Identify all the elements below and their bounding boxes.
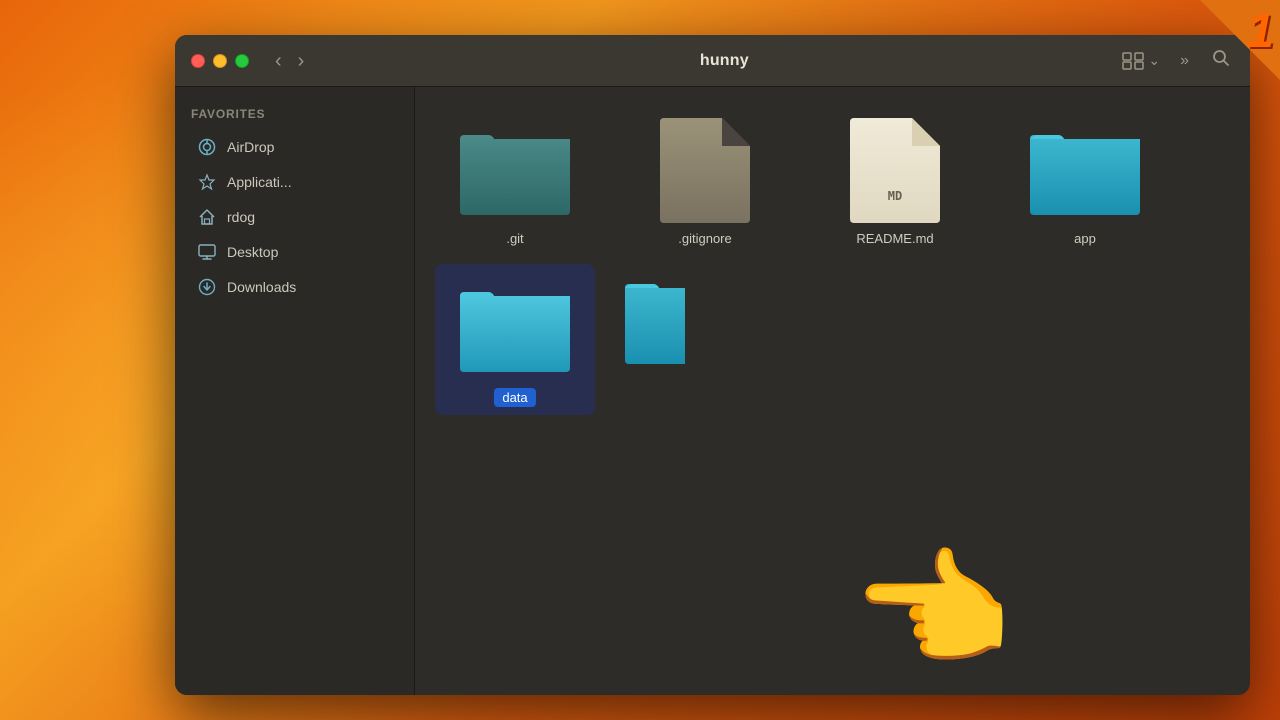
- svg-text:MD: MD: [888, 189, 902, 203]
- sidebar-item-rdog[interactable]: rdog: [181, 200, 408, 234]
- file-item-gitignore[interactable]: .gitignore: [625, 107, 785, 254]
- app-label: app: [1074, 231, 1096, 246]
- file-item-app[interactable]: app: [1005, 107, 1165, 254]
- hand-pointer-icon: 👉: [855, 545, 1017, 675]
- gitignore-icon: [645, 115, 765, 225]
- minimize-button[interactable]: [213, 54, 227, 68]
- sidebar-item-rdog-label: rdog: [227, 209, 255, 225]
- desktop-icon: [197, 242, 217, 262]
- search-button[interactable]: [1208, 47, 1234, 74]
- forward-button[interactable]: ›: [292, 49, 311, 73]
- sidebar-item-airdrop[interactable]: AirDrop: [181, 130, 408, 164]
- readme-icon: MD: [835, 115, 955, 225]
- app-folder-icon: [1025, 115, 1145, 225]
- git-label: .git: [506, 231, 523, 246]
- downloads-icon: [197, 277, 217, 297]
- maximize-button[interactable]: [235, 54, 249, 68]
- sidebar-item-downloads-label: Downloads: [227, 279, 296, 295]
- nav-buttons: ‹ ›: [269, 49, 310, 73]
- file-item-git[interactable]: .git: [435, 107, 595, 254]
- sidebar-item-airdrop-label: AirDrop: [227, 139, 274, 155]
- file-grid-area: .git: [415, 87, 1250, 695]
- window-title: hunny: [326, 52, 1122, 70]
- airdrop-icon: [197, 137, 217, 157]
- search-icon: [1212, 49, 1230, 67]
- sidebar-item-downloads[interactable]: Downloads: [181, 270, 408, 304]
- toolbar-right: ⌄ »: [1122, 47, 1234, 74]
- grid-view-icon: [1122, 52, 1144, 70]
- applications-icon: [197, 172, 217, 192]
- home-icon: [197, 207, 217, 227]
- title-bar: ‹ › hunny ⌄ »: [175, 35, 1250, 87]
- sidebar-item-desktop-label: Desktop: [227, 244, 278, 260]
- sidebar-item-applications[interactable]: Applicati...: [181, 165, 408, 199]
- sidebar-item-applications-label: Applicati...: [227, 174, 292, 190]
- readme-label: README.md: [856, 231, 933, 246]
- corner-badge-number: 1: [1247, 4, 1274, 59]
- back-button[interactable]: ‹: [269, 49, 288, 73]
- git-folder-icon: [455, 115, 575, 225]
- view-chevron-icon: ⌄: [1148, 52, 1160, 69]
- content-area: Favorites AirDrop: [175, 87, 1250, 695]
- traffic-lights: [191, 54, 249, 68]
- gitignore-label: .gitignore: [678, 231, 731, 246]
- sidebar-item-desktop[interactable]: Desktop: [181, 235, 408, 269]
- view-options[interactable]: ⌄: [1122, 52, 1160, 70]
- file-item-readme[interactable]: MD README.md: [815, 107, 975, 254]
- file-item-data[interactable]: data: [435, 264, 595, 415]
- data-folder-icon: [455, 272, 575, 382]
- close-button[interactable]: [191, 54, 205, 68]
- more-button[interactable]: »: [1176, 50, 1192, 72]
- file-grid: .git: [435, 107, 1230, 415]
- data-label: data: [494, 388, 535, 407]
- sidebar: Favorites AirDrop: [175, 87, 415, 695]
- finder-window: ‹ › hunny ⌄ »: [175, 35, 1250, 695]
- sidebar-section-title: Favorites: [175, 107, 414, 129]
- partial-folder-item: [625, 264, 685, 374]
